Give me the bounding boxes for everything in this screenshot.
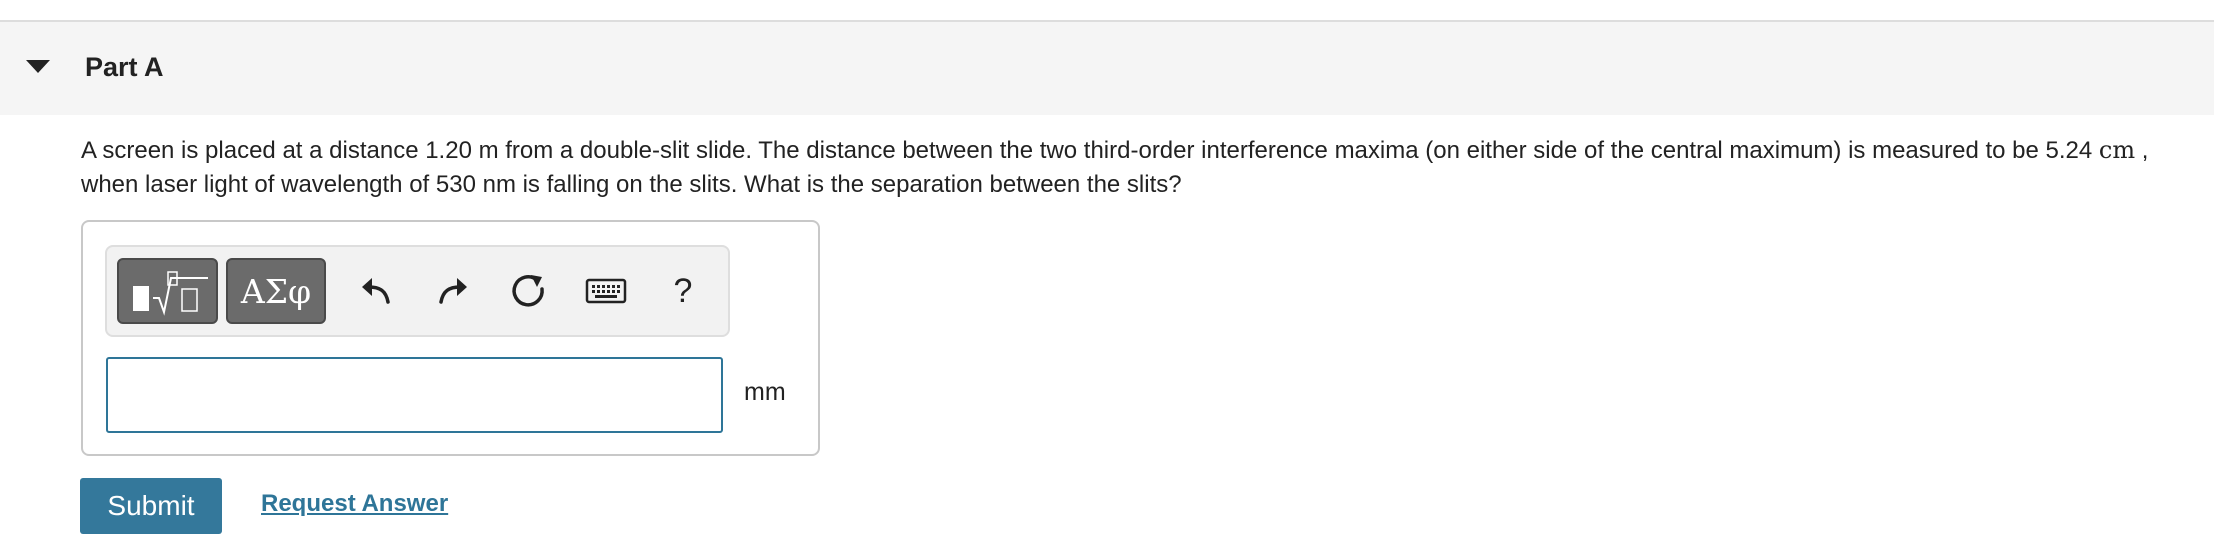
undo-icon [362,278,390,304]
answer-input[interactable] [106,357,723,433]
request-answer-link[interactable]: Request Answer [261,490,448,518]
part-header[interactable] [0,22,2214,115]
question-text-start: A screen is placed at a distance 1.20 m … [81,137,2093,164]
greek-symbols-label: ΑΣφ [240,271,312,311]
templates-icon [133,271,208,316]
undo-button[interactable] [349,264,403,318]
part-title: Part A [85,52,164,82]
answer-unit: mm [744,378,786,406]
question-text: A screen is placed at a distance 1.20 m … [81,133,2191,202]
keyboard-icon [585,278,627,304]
help-label: ? [673,271,693,310]
submit-button[interactable]: Submit [80,478,222,534]
question-value-unit: cm [2098,136,2136,164]
reset-icon [512,275,544,307]
redo-button[interactable] [426,264,480,318]
reset-button[interactable] [502,264,556,318]
collapse-caret-icon[interactable] [26,60,50,73]
keyboard-button[interactable] [580,264,632,318]
help-button[interactable]: ? [656,264,710,318]
greek-symbols-button[interactable]: ΑΣφ [226,258,326,324]
templates-button[interactable] [117,258,218,324]
redo-icon [439,278,467,304]
